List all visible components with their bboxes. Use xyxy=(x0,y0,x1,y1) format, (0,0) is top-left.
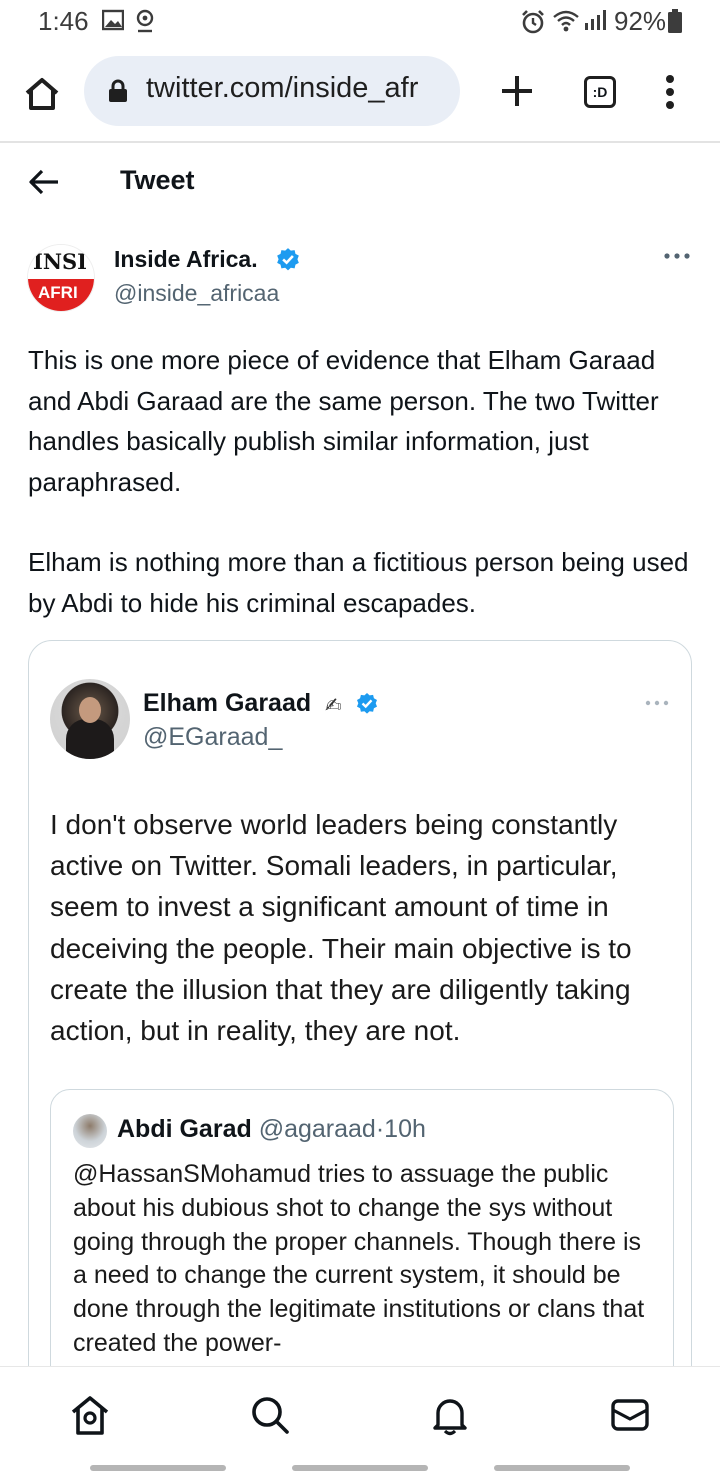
writing-hand-icon: ✍ xyxy=(325,695,342,717)
quoted-author-handle[interactable]: @EGaraad_ xyxy=(143,723,282,752)
author-name[interactable]: Inside Africa. xyxy=(114,246,258,273)
url-text: twitter.com/inside_afr xyxy=(146,72,419,104)
avatar-face xyxy=(79,697,101,723)
meta-separator: · xyxy=(375,1115,385,1143)
page-title: Tweet xyxy=(120,165,195,195)
home-icon[interactable] xyxy=(22,74,62,114)
tab-switcher-button[interactable]: :D xyxy=(584,76,616,108)
nested-author-name[interactable]: Abdi Garad xyxy=(117,1115,252,1143)
nested-tweet-text: @HassanSMohamud tries to assuage the pub… xyxy=(73,1160,645,1357)
verified-badge-icon xyxy=(277,248,299,271)
back-arrow-icon[interactable] xyxy=(28,167,60,197)
gesture-bar-left[interactable] xyxy=(90,1465,226,1471)
verified-badge-icon xyxy=(357,693,377,714)
avatar-figure xyxy=(66,719,114,759)
tweet-paragraph: This is one more piece of evidence that … xyxy=(28,345,659,497)
alarm-icon xyxy=(522,10,544,34)
nested-author-line: Abdi Garad @agaraad·10h xyxy=(117,1115,426,1144)
quoted-tweet[interactable]: Elham Garaad ✍ @EGaraad_ I don't observe… xyxy=(28,640,692,1400)
quoted-author-avatar[interactable] xyxy=(50,679,130,759)
nested-author-handle[interactable]: @agaraad xyxy=(259,1115,376,1143)
status-bar: 1:46 92% xyxy=(0,0,720,44)
signal-icon xyxy=(585,10,606,30)
messages-envelope-icon[interactable] xyxy=(608,1393,652,1437)
tweet-body: This is one more piece of evidence that … xyxy=(28,340,698,663)
notifications-bell-icon[interactable] xyxy=(428,1393,472,1437)
more-horiz-icon[interactable] xyxy=(645,699,669,707)
more-horiz-icon[interactable] xyxy=(664,251,690,261)
author-avatar[interactable]: INSI AFRI xyxy=(27,244,95,312)
nested-author-avatar[interactable] xyxy=(73,1114,107,1148)
gesture-bar-right[interactable] xyxy=(494,1465,630,1471)
browser-toolbar: twitter.com/inside_afr :D xyxy=(0,44,720,143)
tweet-paragraph: Elham is nothing more than a fictitious … xyxy=(28,547,689,618)
home-icon[interactable] xyxy=(68,1393,112,1437)
gesture-bar-middle[interactable] xyxy=(292,1465,428,1471)
lock-icon xyxy=(109,79,127,102)
battery-icon xyxy=(668,9,682,33)
new-tab-icon[interactable] xyxy=(500,74,534,108)
quoted-tweet-text: I don't observe world leaders being cons… xyxy=(50,809,632,1047)
bottom-navigation xyxy=(0,1366,720,1481)
wifi-icon xyxy=(553,10,579,32)
gallery-icon xyxy=(102,9,124,31)
location-icon xyxy=(136,9,154,33)
more-vert-icon[interactable] xyxy=(662,74,678,110)
quoted-author-name[interactable]: Elham Garaad xyxy=(143,689,311,718)
battery-percent: 92% xyxy=(614,6,667,36)
nested-timestamp: 10h xyxy=(384,1115,426,1143)
avatar-logo-top: INSI xyxy=(28,245,94,279)
avatar-logo-bottom: AFRI xyxy=(28,279,94,311)
address-bar[interactable]: twitter.com/inside_afr xyxy=(84,56,460,126)
nested-quoted-tweet[interactable]: Abdi Garad @agaraad·10h @HassanSMohamud … xyxy=(50,1089,674,1399)
search-icon[interactable] xyxy=(248,1393,292,1437)
author-handle[interactable]: @inside_africaa xyxy=(114,280,279,307)
status-time: 1:46 xyxy=(38,6,89,36)
